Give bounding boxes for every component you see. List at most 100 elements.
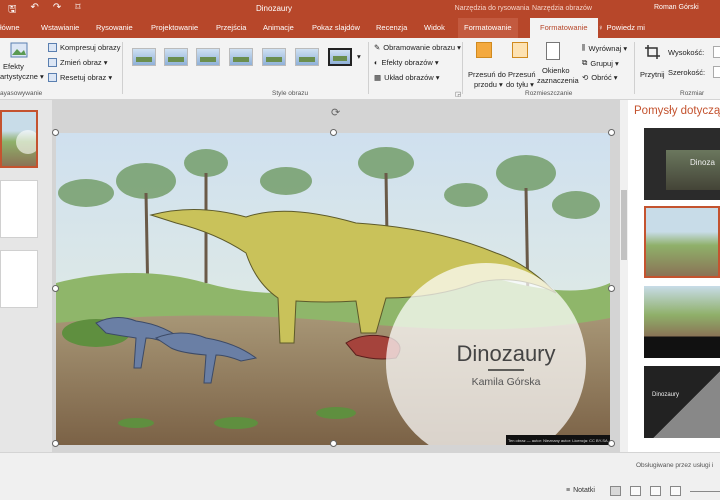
tab-review[interactable]: Recenzja xyxy=(376,23,407,32)
resize-handle-top-left[interactable] xyxy=(52,129,59,136)
align-icon: ⫼ xyxy=(582,43,586,52)
tab-transitions[interactable]: Przejścia xyxy=(216,23,246,32)
drawing-tools-label: Narzędzia do rysowania xyxy=(454,5,530,12)
artistic-effects-label-1[interactable]: Efekty xyxy=(3,62,24,71)
slideshow-view-button[interactable] xyxy=(670,486,681,496)
change-picture-label: Zmień obraz ▾ xyxy=(60,58,108,67)
design-idea-4[interactable]: Dinozaury xyxy=(644,366,720,438)
slide-title[interactable]: Dinozaury xyxy=(456,341,555,366)
picture-border-label: Obramowanie obrazu ▾ xyxy=(383,43,461,52)
tell-me[interactable]: ♀ Powiedz mi xyxy=(598,23,645,32)
picture-effects-button[interactable]: ◐ Efekty obrazów ▾ xyxy=(374,58,439,67)
selection-pane-label-1[interactable]: Okienko xyxy=(542,66,570,75)
scrollbar-thumb[interactable] xyxy=(621,190,627,260)
bring-forward-icon xyxy=(476,42,492,58)
picture-style-2[interactable] xyxy=(164,48,188,66)
artistic-effects-label-2[interactable]: artystyczne ▾ xyxy=(0,72,44,81)
tab-drawing-format[interactable]: Formatowanie xyxy=(458,18,518,38)
picture-layout-label: Układ obrazów ▾ xyxy=(384,73,440,82)
design-idea-1[interactable]: Dinoza xyxy=(644,128,720,200)
bring-forward-label-1[interactable]: Przesuń do xyxy=(468,70,506,79)
idea-picture xyxy=(666,150,720,190)
group-styles-label: Style obrazu xyxy=(272,90,309,97)
tab-insert[interactable]: Wstawianie xyxy=(41,23,79,32)
zoom-slider[interactable] xyxy=(690,491,720,492)
customize-qat-icon[interactable]: ⌑ xyxy=(75,2,80,19)
ribbon: Efekty artystyczne ▾ Kompresuj obrazy Zm… xyxy=(0,38,720,100)
styles-dialog-launcher-icon[interactable]: ◲ xyxy=(455,90,461,98)
picture-style-7[interactable] xyxy=(328,48,352,66)
resize-handle-left[interactable] xyxy=(52,285,59,292)
rotation-handle-icon[interactable]: ⟳ xyxy=(331,106,340,119)
lightbulb-icon: ♀ xyxy=(598,23,604,32)
redo-icon[interactable]: ↷ xyxy=(53,2,61,19)
compress-pictures-button[interactable]: Kompresuj obrazy xyxy=(48,43,120,52)
separator xyxy=(122,42,123,94)
user-name[interactable]: Roman Górski xyxy=(654,4,699,11)
height-input[interactable] xyxy=(713,46,720,58)
undo-icon[interactable]: ↶ xyxy=(31,2,39,19)
tab-animations[interactable]: Animacje xyxy=(263,23,294,32)
notes-label: Notatki xyxy=(573,487,595,494)
tab-draw[interactable]: Rysowanie xyxy=(96,23,133,32)
notes-icon: ≡ xyxy=(566,487,571,494)
border-icon: ✎ xyxy=(374,43,381,52)
resize-handle-right[interactable] xyxy=(608,285,615,292)
slide-thumbnail-1[interactable] xyxy=(0,110,38,168)
dinosaur-picture[interactable]: Dinozaury Kamila Górska Ten obraz — auto… xyxy=(56,133,610,445)
save-icon[interactable]: 🖫 xyxy=(8,2,17,19)
width-input[interactable] xyxy=(713,66,720,78)
normal-view-button[interactable] xyxy=(610,486,621,496)
slide-sorter-view-button[interactable] xyxy=(630,486,641,496)
slide[interactable]: Dinozaury Kamila Górska Ten obraz — auto… xyxy=(56,133,610,445)
send-backward-label-1[interactable]: Przesuń xyxy=(508,70,536,79)
resize-handle-bottom[interactable] xyxy=(330,440,337,447)
reset-picture-button[interactable]: Resetuj obraz ▾ xyxy=(48,73,112,82)
slide-thumbnail-2[interactable] xyxy=(0,180,38,238)
quick-access-toolbar: 🖫 ↶ ↷ ⌑ xyxy=(8,2,80,19)
group-size-label: Rozmiar xyxy=(680,90,705,97)
group-label: Grupuj ▾ xyxy=(590,58,619,68)
design-idea-3[interactable] xyxy=(644,286,720,358)
picture-style-1[interactable] xyxy=(132,48,156,66)
picture-border-button[interactable]: ✎ Obramowanie obrazu ▾ xyxy=(374,43,461,52)
crop-button[interactable]: Przytnij xyxy=(640,70,665,79)
styles-more-icon[interactable]: ▾ xyxy=(357,52,361,61)
tab-view[interactable]: Widok xyxy=(424,23,445,32)
ribbon-tabs: łówne Wstawianie Rysowanie Projektowanie… xyxy=(0,18,720,38)
resize-handle-bottom-left[interactable] xyxy=(52,440,59,447)
bring-forward-label-2[interactable]: przodu ▾ xyxy=(474,80,503,89)
resize-handle-bottom-right[interactable] xyxy=(608,440,615,447)
picture-style-5[interactable] xyxy=(262,48,286,66)
separator xyxy=(462,42,463,94)
change-picture-button[interactable]: Zmień obraz ▾ xyxy=(48,58,108,67)
slide-thumbnail-3[interactable] xyxy=(0,250,38,308)
group-button[interactable]: ⧉ Grupuj ▾ xyxy=(582,58,619,68)
rotate-label: Obróć ▾ xyxy=(591,73,618,82)
slide-subtitle[interactable]: Kamila Górska xyxy=(472,376,541,388)
status-bar: ≡ Notatki xyxy=(0,452,720,500)
align-button[interactable]: ⫼ Wyrównaj ▾ xyxy=(582,43,627,53)
rotate-button[interactable]: ⟲ Obróć ▾ xyxy=(582,73,618,82)
picture-style-4[interactable] xyxy=(229,48,253,66)
selection-pane-label-2[interactable]: zaznaczenia xyxy=(537,76,579,85)
notes-button[interactable]: ≡ Notatki xyxy=(566,487,595,494)
design-ideas-title: Pomysły dotyczące xyxy=(634,105,720,117)
design-idea-2[interactable] xyxy=(644,206,720,278)
reset-picture-label: Resetuj obraz ▾ xyxy=(60,73,113,82)
rotate-icon: ⟲ xyxy=(582,73,589,82)
document-title: Dinozaury xyxy=(256,4,293,13)
picture-style-3[interactable] xyxy=(196,48,220,66)
tab-picture-format[interactable]: Formatowanie xyxy=(530,18,598,38)
tab-design[interactable]: Projektowanie xyxy=(151,23,198,32)
send-backward-label-2[interactable]: do tyłu ▾ xyxy=(506,80,534,89)
tab-slideshow[interactable]: Pokaz slajdów xyxy=(312,23,360,32)
picture-style-6[interactable] xyxy=(295,48,319,66)
resize-handle-top-right[interactable] xyxy=(608,129,615,136)
tab-home[interactable]: łówne xyxy=(0,23,20,32)
picture-layout-button[interactable]: ▦ Układ obrazów ▾ xyxy=(374,73,440,82)
vertical-scrollbar[interactable] xyxy=(620,100,628,452)
resize-handle-top[interactable] xyxy=(330,129,337,136)
group-icon: ⧉ xyxy=(582,58,588,67)
reading-view-button[interactable] xyxy=(650,486,661,496)
